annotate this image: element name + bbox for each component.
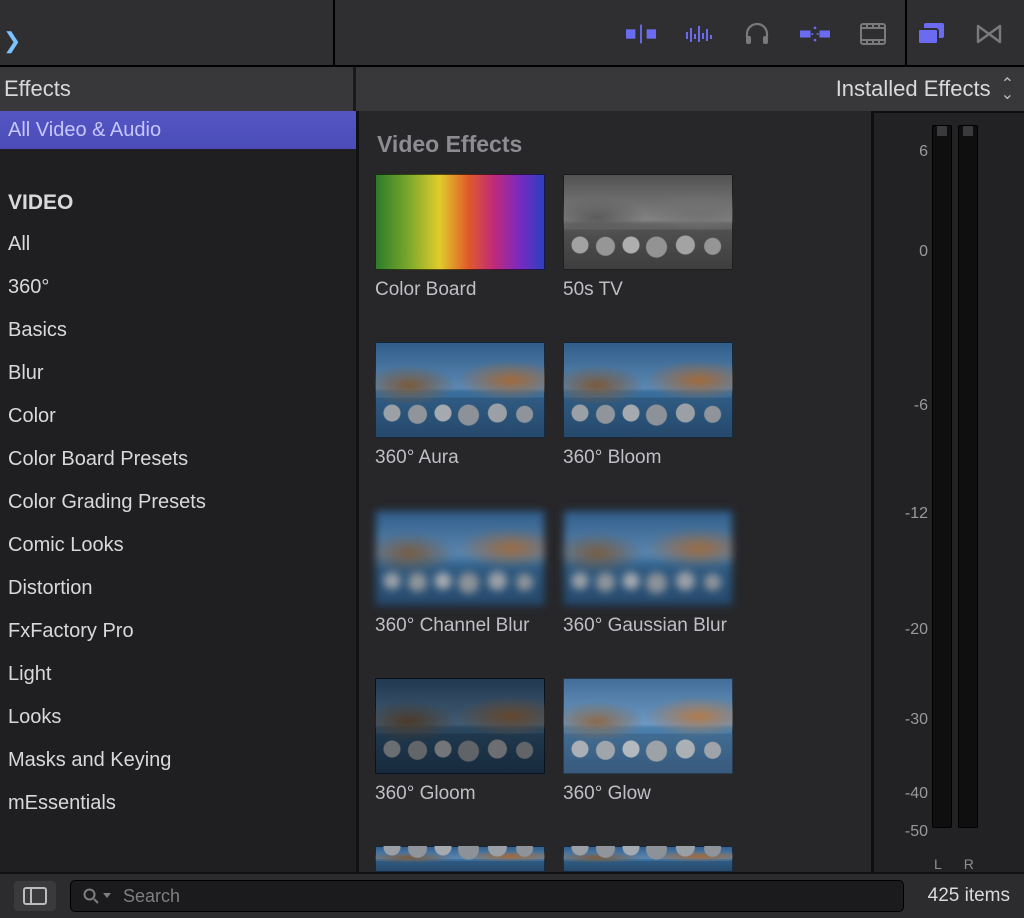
effect-label: 360° Aura bbox=[375, 446, 545, 494]
audio-meter-bars bbox=[932, 125, 978, 828]
sidebar-item[interactable]: Color Board Presets bbox=[0, 438, 356, 481]
effect-tile[interactable]: 360° Bloom bbox=[563, 342, 733, 494]
effect-label: Color Board bbox=[375, 278, 545, 326]
bowtie-icon[interactable] bbox=[974, 19, 1004, 49]
search-icon bbox=[83, 888, 111, 904]
enhance-icon[interactable] bbox=[800, 19, 830, 49]
effect-tile[interactable]: 360° Aura bbox=[375, 342, 545, 494]
sidebar-item[interactable]: Comic Looks bbox=[0, 524, 356, 567]
effect-label: 50s TV bbox=[563, 278, 733, 326]
sidebar-item[interactable]: Color Grading Presets bbox=[0, 481, 356, 524]
sidebar-item[interactable]: Distortion bbox=[0, 567, 356, 610]
db-tick: -6 bbox=[878, 397, 928, 415]
headphones-icon[interactable] bbox=[742, 19, 772, 49]
effects-sidebar: All Video & Audio VIDEO All360°BasicsBlu… bbox=[0, 111, 359, 874]
toolbar-icon-group bbox=[626, 14, 1004, 54]
effect-tile[interactable]: 360° Gaussian Blur bbox=[563, 510, 733, 662]
effect-tile[interactable] bbox=[563, 846, 733, 872]
meter-label-left: L bbox=[934, 856, 942, 872]
sidebar-item[interactable]: All bbox=[0, 223, 356, 266]
panel-title: Effects bbox=[0, 67, 356, 111]
db-tick: 0 bbox=[878, 243, 928, 261]
sidebar-item[interactable]: Masks and Keying bbox=[0, 739, 356, 782]
audio-meter-panel: 60-6-12-20-30-40-50-∞ L R bbox=[871, 111, 1024, 874]
effect-label: 360° Gloom bbox=[375, 782, 545, 830]
effect-label: 360° Glow bbox=[563, 782, 733, 830]
effect-thumbnail bbox=[563, 510, 733, 606]
item-count: 425 items bbox=[928, 885, 1010, 907]
audio-levels-icon[interactable] bbox=[684, 19, 714, 49]
sidebar-group-video: VIDEO bbox=[0, 183, 356, 223]
trim-left-right-icon[interactable] bbox=[626, 19, 656, 49]
search-input[interactable] bbox=[121, 885, 891, 908]
filmstrip-icon[interactable] bbox=[858, 19, 888, 49]
meter-bar-left bbox=[932, 125, 952, 828]
back-chevron-icon[interactable]: ❯ bbox=[3, 30, 21, 52]
sidebar-item[interactable]: FxFactory Pro bbox=[0, 610, 356, 653]
effect-tile[interactable]: 360° Channel Blur bbox=[375, 510, 545, 662]
sidebar-item[interactable]: Light bbox=[0, 653, 356, 696]
dropdown-label: Installed Effects bbox=[836, 76, 991, 102]
sidebar-item[interactable]: Basics bbox=[0, 309, 356, 352]
effect-tile[interactable]: Color Board bbox=[375, 174, 545, 326]
chevron-up-down-icon: ⌃⌄ bbox=[1001, 80, 1014, 99]
sidebar-item[interactable]: Color bbox=[0, 395, 356, 438]
effect-thumbnail bbox=[563, 174, 733, 270]
effect-label: 360° Bloom bbox=[563, 446, 733, 494]
effect-thumbnail bbox=[375, 342, 545, 438]
effect-tile[interactable]: 360° Glow bbox=[563, 678, 733, 830]
meter-bar-right bbox=[958, 125, 978, 828]
footer-bar: 425 items bbox=[0, 872, 1024, 918]
layout-toggle-button[interactable] bbox=[14, 881, 56, 911]
effect-thumbnail bbox=[375, 174, 545, 270]
effect-thumbnail bbox=[563, 678, 733, 774]
effect-thumbnail bbox=[563, 342, 733, 438]
sidebar-item[interactable]: Looks bbox=[0, 696, 356, 739]
effect-thumbnail bbox=[375, 846, 545, 872]
installed-effects-dropdown[interactable]: Installed Effects ⌃⌄ bbox=[356, 67, 1024, 111]
section-title: Video Effects bbox=[377, 131, 855, 158]
effect-thumbnail bbox=[375, 510, 545, 606]
compare-icon[interactable] bbox=[916, 19, 946, 49]
sidebar-item[interactable]: mEssentials bbox=[0, 782, 356, 825]
meter-label-right: R bbox=[964, 856, 974, 872]
db-tick: -50 bbox=[878, 823, 928, 841]
db-tick: -40 bbox=[878, 785, 928, 803]
effect-tile[interactable]: 50s TV bbox=[563, 174, 733, 326]
db-tick: -30 bbox=[878, 711, 928, 729]
effect-label: 360° Gaussian Blur bbox=[563, 614, 733, 662]
effect-label: 360° Channel Blur bbox=[375, 614, 545, 662]
db-tick: -12 bbox=[878, 505, 928, 523]
sidebar-item-all-video-audio[interactable]: All Video & Audio bbox=[0, 111, 356, 149]
top-toolbar: ❯ bbox=[0, 0, 1024, 67]
effect-thumbnail bbox=[375, 678, 545, 774]
effect-tile[interactable]: 360° Gloom bbox=[375, 678, 545, 830]
effect-thumbnail bbox=[563, 846, 733, 872]
effects-content: Video Effects Color Board 50s TV 360° Aura… bbox=[359, 111, 871, 874]
search-field[interactable] bbox=[70, 880, 904, 912]
panel-header: Effects Installed Effects ⌃⌄ bbox=[0, 67, 1024, 111]
sidebar-item[interactable]: 360° bbox=[0, 266, 356, 309]
effect-tile[interactable] bbox=[375, 846, 545, 872]
db-tick: 6 bbox=[878, 143, 928, 161]
sidebar-item[interactable]: Blur bbox=[0, 352, 356, 395]
db-tick: -20 bbox=[878, 621, 928, 639]
